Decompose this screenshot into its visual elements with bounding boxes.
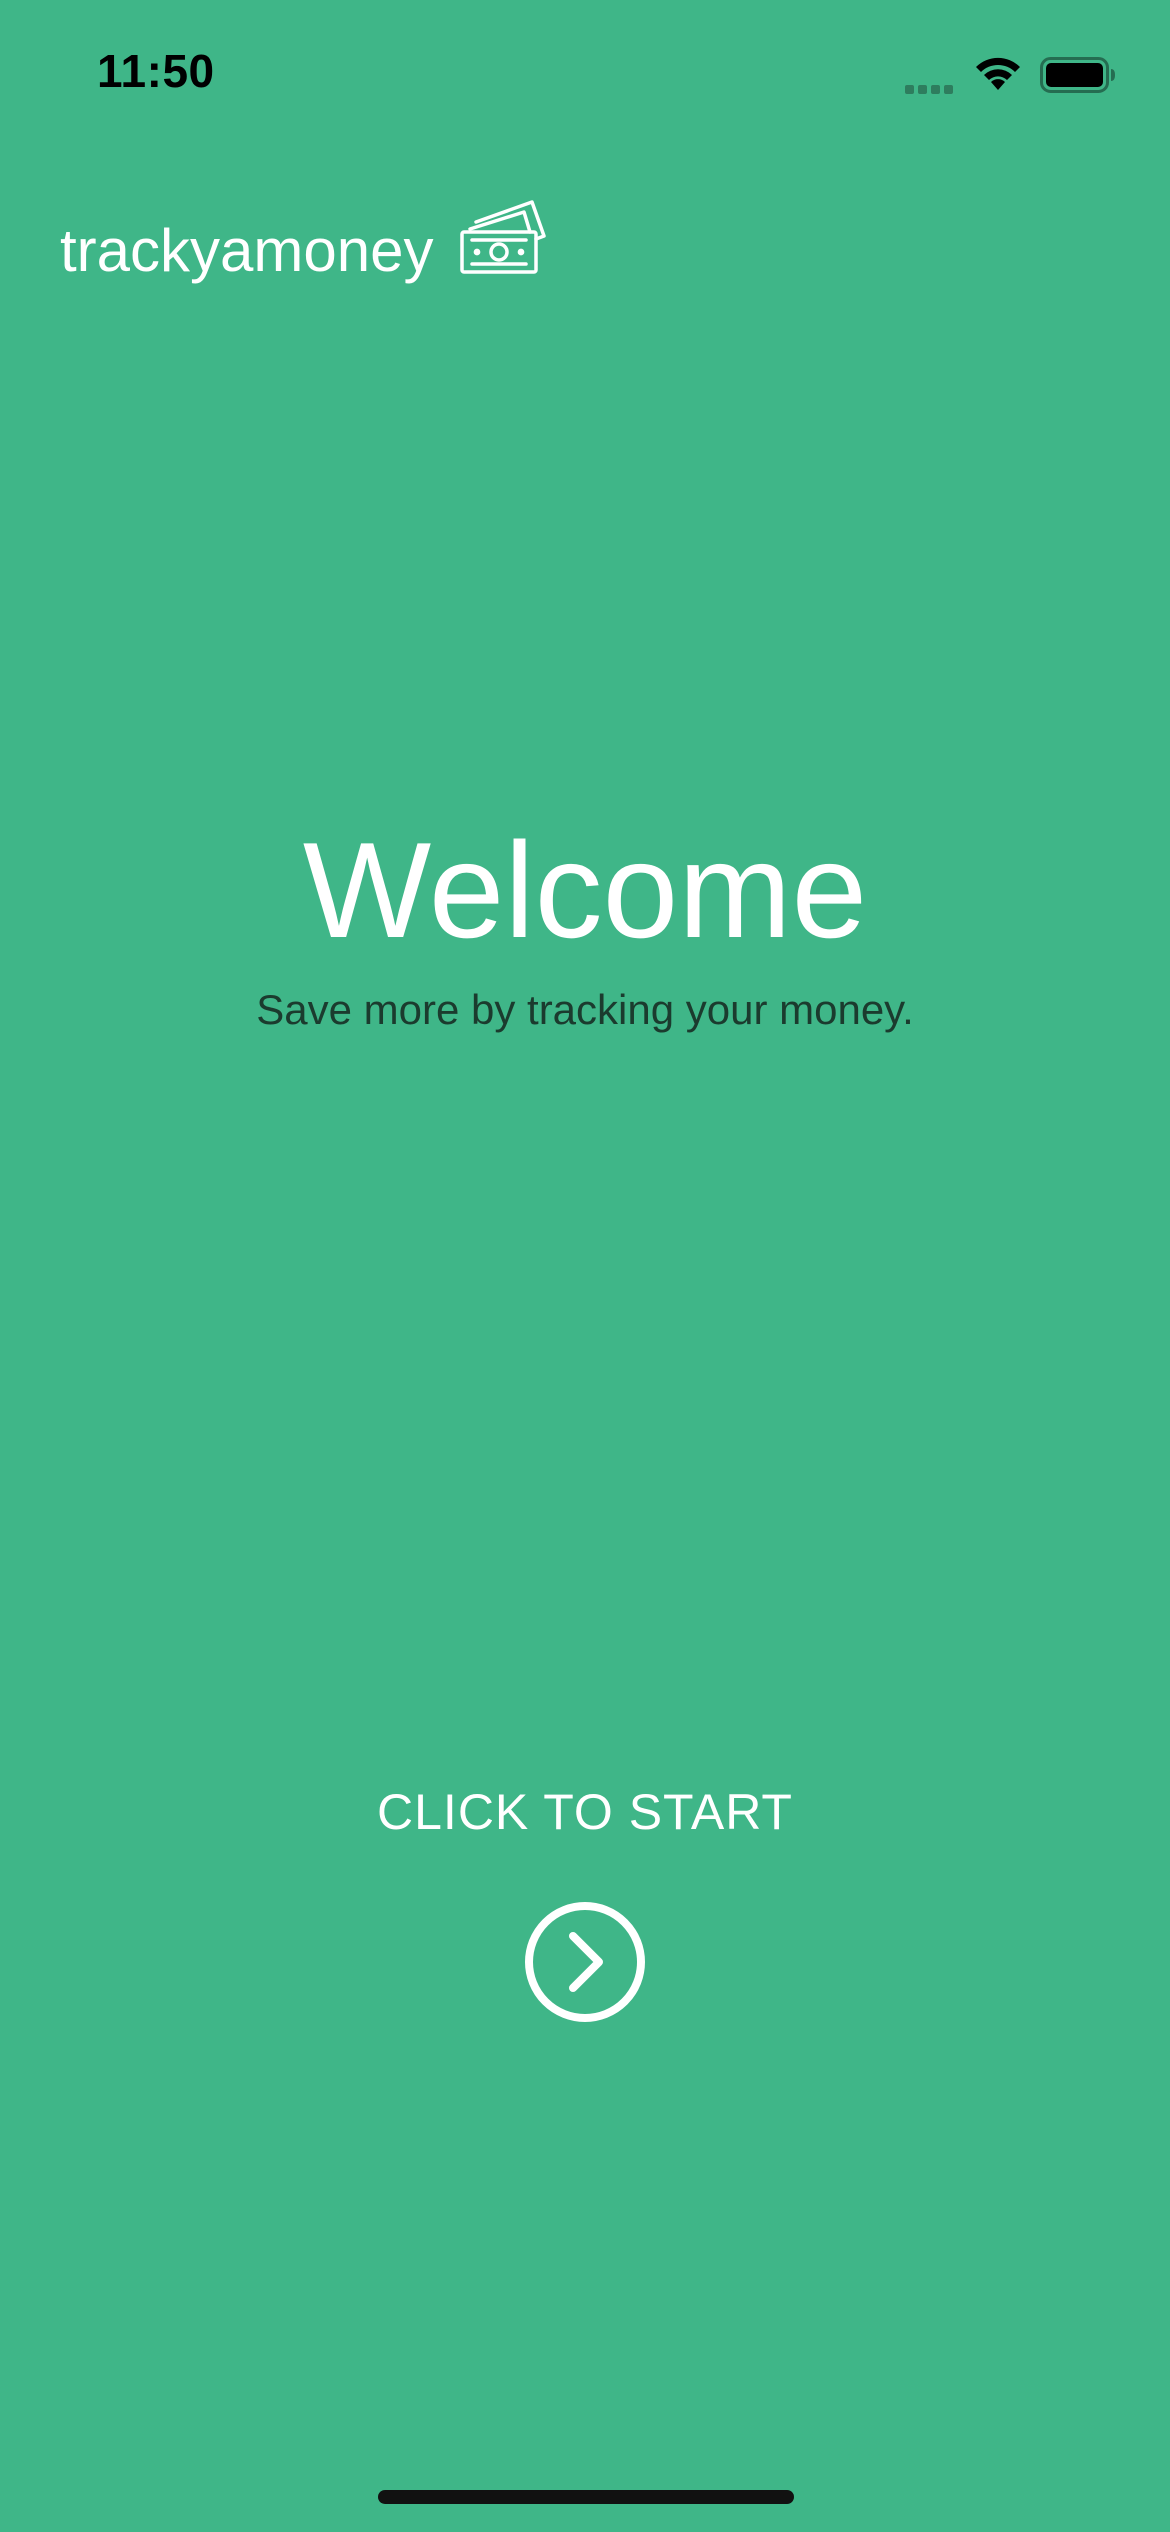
- home-indicator[interactable]: [378, 2490, 794, 2504]
- start-button[interactable]: [523, 1900, 647, 2024]
- status-time: 11:50: [97, 45, 215, 97]
- status-bar: 11:50: [0, 0, 1170, 150]
- welcome-title: Welcome: [302, 814, 868, 966]
- chevron-right-circle-icon: [525, 1902, 645, 2022]
- money-bills-icon: [452, 196, 552, 287]
- welcome-subtitle: Save more by tracking your money.: [256, 986, 914, 1033]
- start-section: CLICK TO START: [0, 1780, 1170, 2040]
- start-label[interactable]: CLICK TO START: [0, 1780, 1170, 1844]
- wifi-icon: [970, 52, 1026, 99]
- app-name: trackyamoney: [60, 217, 434, 284]
- cellular-signal-icon: [905, 82, 957, 100]
- battery-icon: [1040, 57, 1116, 98]
